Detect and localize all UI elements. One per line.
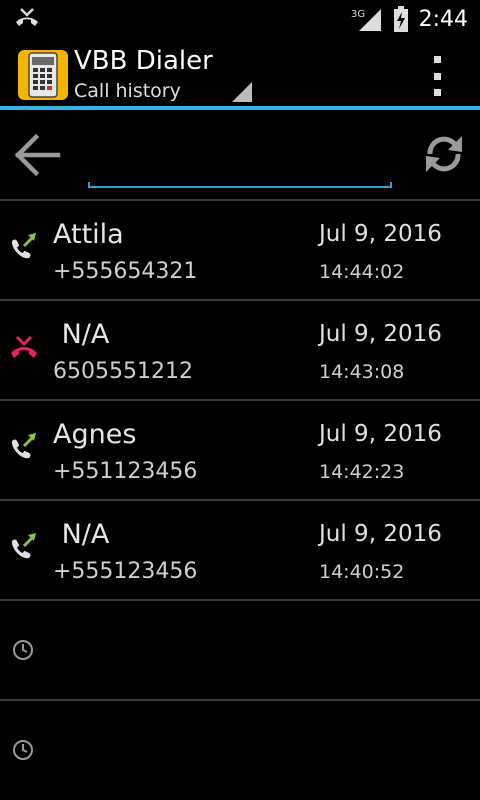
clock-time: 2:44 [418,6,468,32]
search-input[interactable] [88,130,392,188]
call-log-row[interactable]: N/A +555123456 Jul 9, 2016 14:40:52 [0,501,480,599]
dot-icon [433,89,441,96]
phone-number: 6505551212 [53,359,193,384]
phone-number: +555123456 [53,559,198,584]
call-date: Jul 9, 2016 [319,421,442,447]
view-selector[interactable]: Call history [74,80,181,102]
dot-icon [433,56,441,63]
status-bar: 3G 2:44 [0,0,480,38]
call-time: 14:42:23 [319,461,405,483]
refresh-icon[interactable] [418,128,470,180]
clock-icon [13,740,33,760]
missed-call-notification-icon [16,8,38,26]
call-date: Jul 9, 2016 [319,521,442,547]
app-logo-icon[interactable] [18,50,68,100]
contact-name: Attila [53,219,124,250]
call-log-row[interactable]: Agnes +551123456 Jul 9, 2016 14:42:23 [0,401,480,499]
call-date: Jul 9, 2016 [319,221,442,247]
contact-name: Agnes [53,419,137,450]
signal-3g-icon: 3G [351,9,381,31]
outgoing-call-icon [11,233,36,259]
call-date: Jul 9, 2016 [319,321,442,347]
outgoing-call-icon [11,533,36,559]
search-underline [88,182,392,188]
contact-name: N/A [53,519,110,550]
battery-charging-icon [393,6,408,32]
back-arrow-icon[interactable] [10,130,64,180]
call-time: 14:40:52 [319,561,405,583]
empty-list-row [0,701,480,799]
call-log-row[interactable]: N/A 6505551212 Jul 9, 2016 14:43:08 [0,301,480,399]
phone-number: +555654321 [53,259,198,284]
outgoing-call-icon [11,433,36,459]
phone-number: +551123456 [53,459,198,484]
app-title: VBB Dialer [74,46,213,76]
call-time: 14:44:02 [319,261,405,283]
svg-text:3G: 3G [351,9,365,20]
call-time: 14:43:08 [319,361,405,383]
overflow-menu-button[interactable] [428,56,446,96]
clock-icon [13,640,33,660]
empty-list-row [0,601,480,699]
dot-icon [433,72,441,80]
missed-call-icon [11,335,37,358]
contact-name: N/A [53,319,110,350]
call-log-row[interactable]: Attila +555654321 Jul 9, 2016 14:44:02 [0,201,480,299]
dropdown-triangle-icon[interactable] [232,82,252,102]
